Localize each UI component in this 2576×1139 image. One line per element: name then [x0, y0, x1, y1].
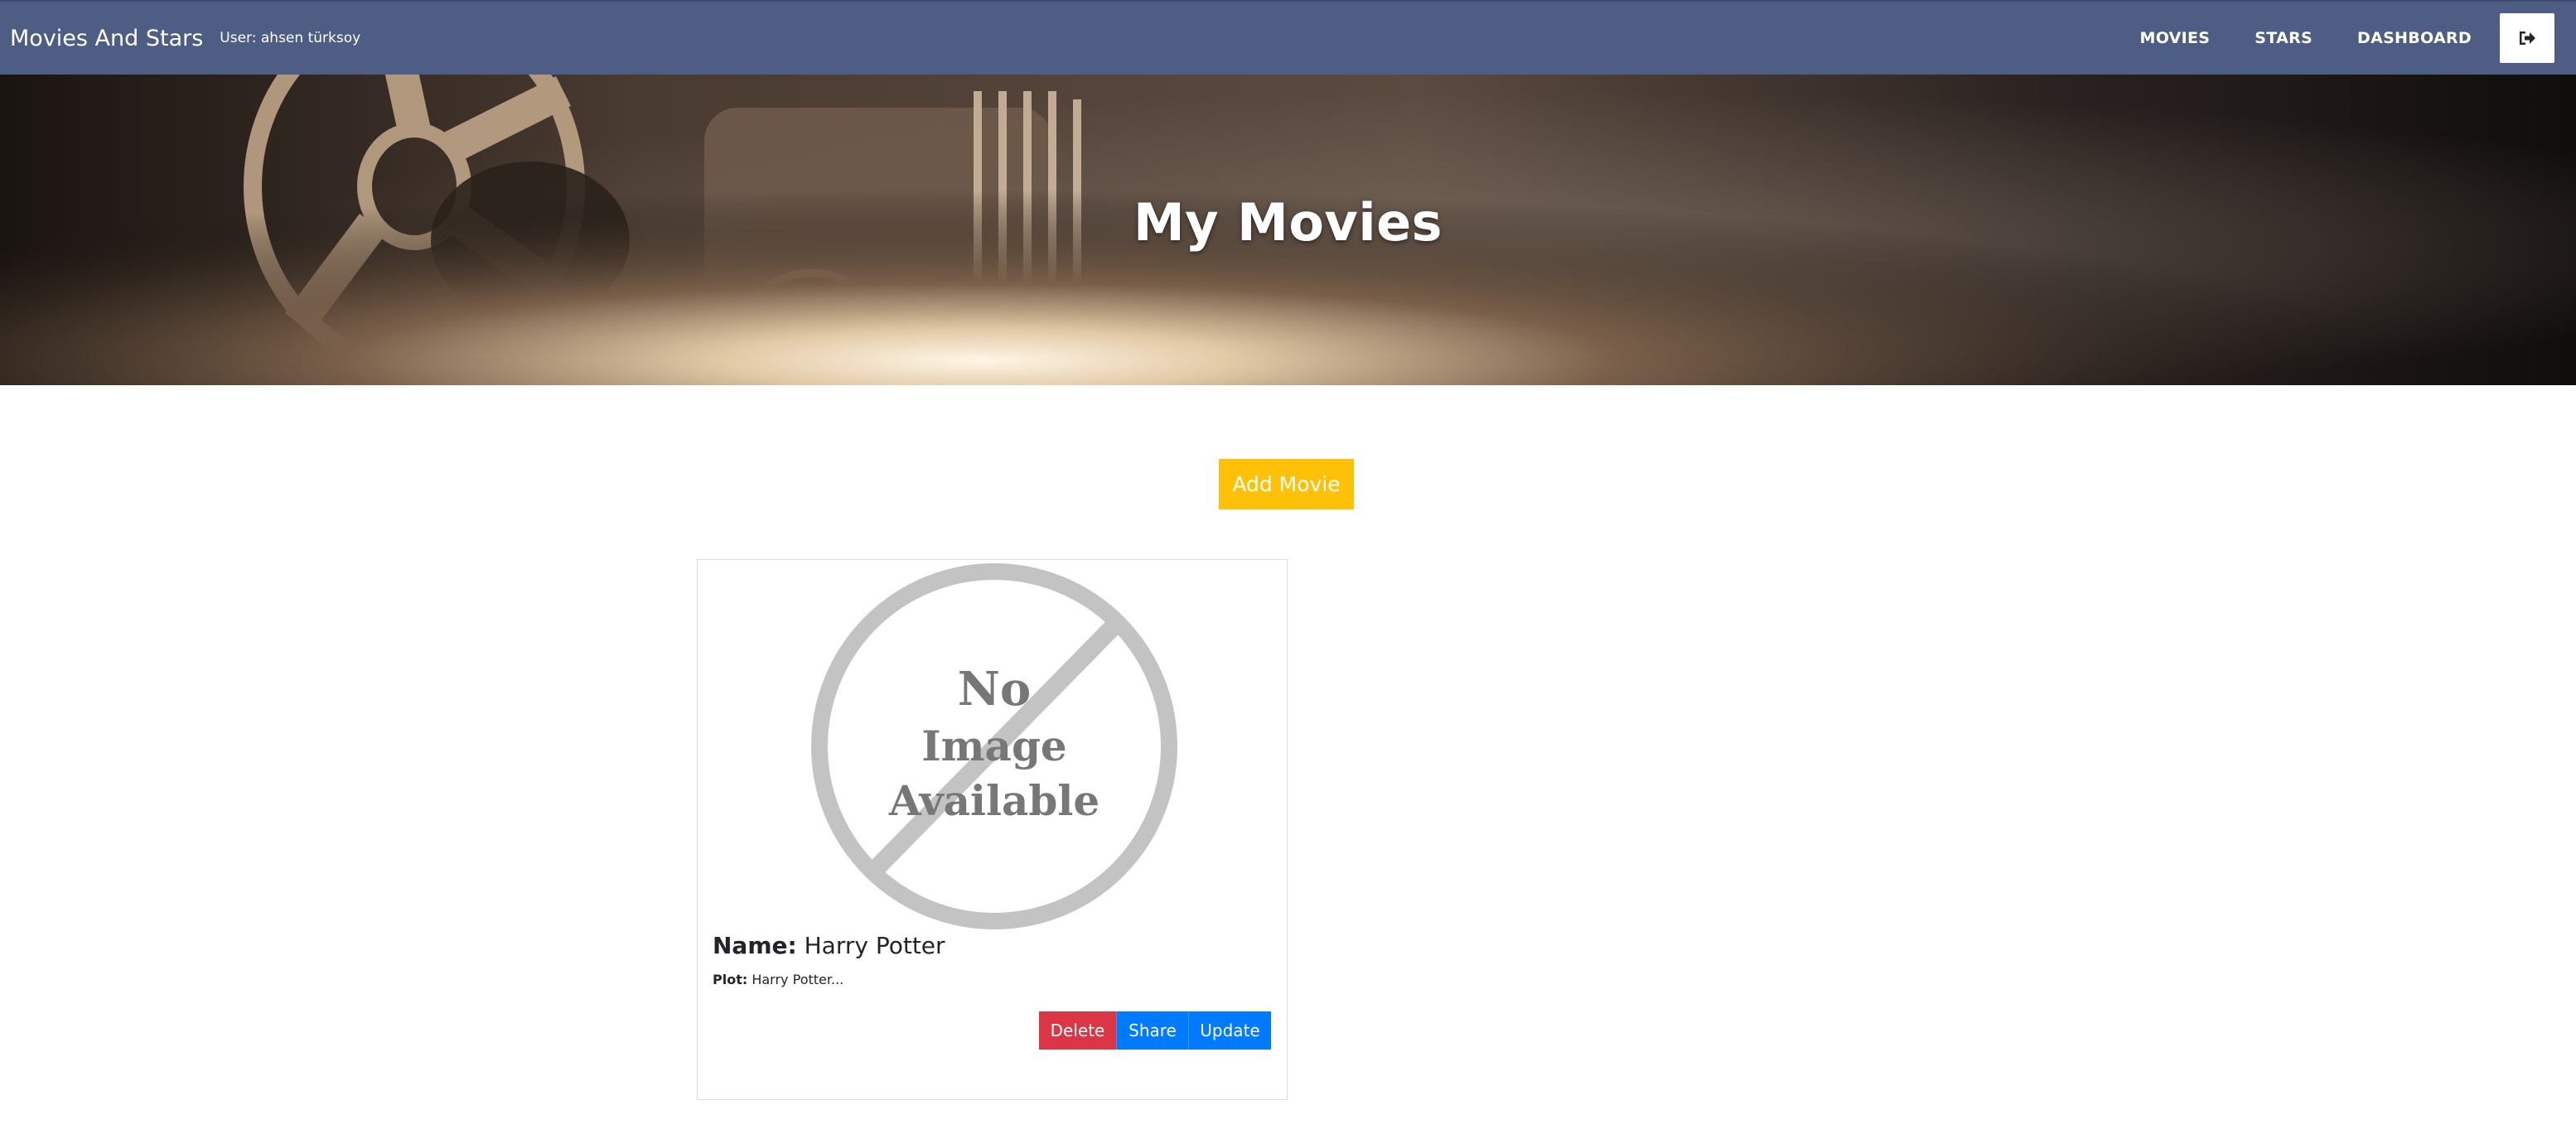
movie-name-label: Name:: [713, 932, 797, 959]
add-movie-button[interactable]: Add Movie: [1219, 459, 1354, 509]
sign-out-icon: [2520, 31, 2535, 45]
card-actions: Delete Share Update: [1039, 1011, 1271, 1050]
update-button[interactable]: Update: [1188, 1011, 1271, 1050]
user-label: User: ahsen türksoy: [220, 30, 361, 46]
no-image-placeholder: No Image Available: [811, 563, 1177, 929]
movie-plot-value: Harry Potter...: [752, 972, 844, 987]
brand-link[interactable]: Movies And Stars: [10, 26, 203, 51]
movie-name-value: Harry Potter: [804, 932, 945, 959]
no-image-text-1: No: [958, 662, 1032, 717]
movie-card: No Image Available Name: Harry Potter Pl…: [697, 559, 1288, 1100]
share-button[interactable]: Share: [1116, 1011, 1188, 1050]
logout-button[interactable]: [2500, 13, 2554, 63]
movie-name: Name: Harry Potter: [713, 932, 945, 959]
page-title: My Movies: [1133, 192, 1443, 253]
nav-movies[interactable]: MOVIES: [2140, 29, 2211, 47]
navbar: Movies And Stars User: ahsen türksoy MOV…: [0, 0, 2576, 75]
movie-plot: Plot: Harry Potter...: [713, 972, 843, 987]
delete-button[interactable]: Delete: [1039, 1011, 1116, 1050]
nav-dashboard[interactable]: DASHBOARD: [2357, 29, 2472, 47]
nav-stars[interactable]: STARS: [2255, 29, 2313, 47]
no-image-text-3: Available: [888, 776, 1100, 825]
movie-plot-label: Plot:: [713, 972, 748, 987]
nav-links: MOVIES STARS DASHBOARD: [2140, 2, 2576, 75]
no-image-text-2: Image: [921, 722, 1066, 770]
hero-banner: My Movies: [0, 75, 2576, 385]
